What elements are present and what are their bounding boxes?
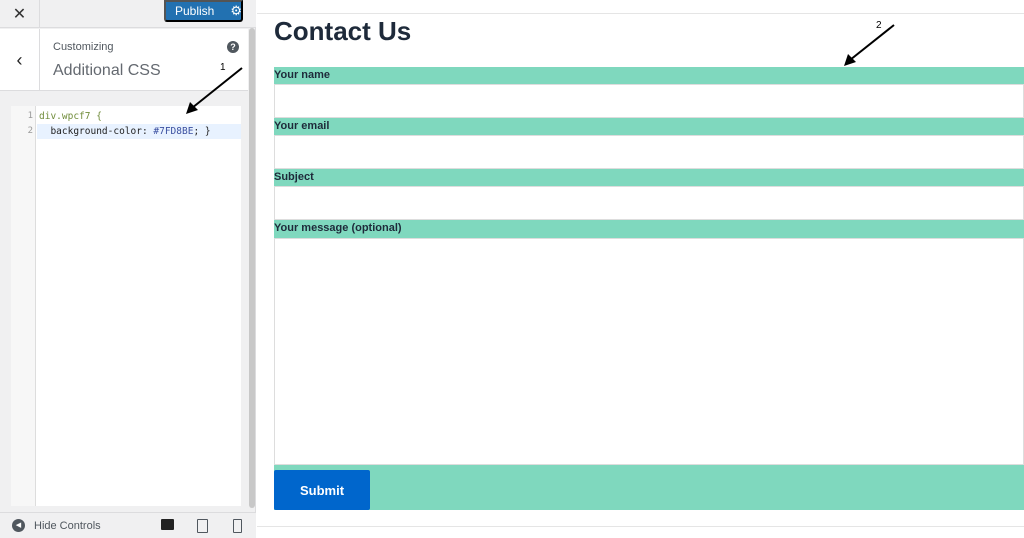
collapse-icon: ◀	[12, 519, 25, 532]
gear-icon[interactable]: ⚙	[230, 3, 242, 19]
hide-controls-label: Hide Controls	[34, 519, 101, 532]
field-label-name: Your name	[274, 69, 331, 81]
css-editor[interactable]: 1 2 div.wpcf7 { background-color: #7FD8B…	[11, 106, 241, 506]
publish-button[interactable]: Publish ⚙	[164, 0, 243, 22]
annotation-arrow	[186, 67, 243, 114]
field-label-email: Your email	[274, 120, 330, 132]
section-title: Additional CSS	[53, 62, 161, 79]
mobile-preview-icon[interactable]	[233, 519, 242, 533]
help-icon[interactable]: ?	[227, 41, 239, 53]
close-icon[interactable]: ✕	[0, 0, 40, 28]
code-line: background-color: #7FD8BE; }	[37, 124, 241, 139]
page-title: Contact Us	[274, 16, 412, 46]
line-gutter	[11, 106, 36, 506]
desktop-preview-icon[interactable]	[161, 519, 174, 530]
submit-button[interactable]: Submit	[274, 470, 370, 510]
footer-bar: ◀ Hide Controls	[0, 512, 256, 538]
name-input[interactable]	[274, 84, 1024, 118]
top-bar: ✕ Publish ⚙	[0, 0, 256, 28]
hide-controls-button[interactable]: ◀ Hide Controls	[12, 519, 101, 532]
divider	[257, 526, 1024, 527]
field-label-message: Your message (optional)	[274, 222, 402, 234]
annotation-arrow	[844, 24, 895, 66]
line-number: 2	[27, 126, 33, 136]
back-chevron-icon[interactable]: ‹	[0, 29, 40, 91]
line-number: 1	[27, 111, 33, 121]
tablet-preview-icon[interactable]	[197, 519, 208, 533]
email-input[interactable]	[274, 135, 1024, 169]
divider	[257, 13, 1024, 14]
css-property: background-color:	[39, 126, 154, 137]
subject-input[interactable]	[274, 186, 1024, 220]
message-textarea[interactable]	[274, 238, 1024, 465]
css-value: #7FD8BE	[153, 126, 194, 137]
contact-form: Your name Your email Subject Your messag…	[274, 67, 1024, 510]
field-label-subject: Subject	[274, 171, 314, 183]
breadcrumb: Customizing	[53, 41, 114, 53]
css-end: ; }	[193, 126, 211, 137]
publish-label: Publish	[175, 4, 215, 18]
